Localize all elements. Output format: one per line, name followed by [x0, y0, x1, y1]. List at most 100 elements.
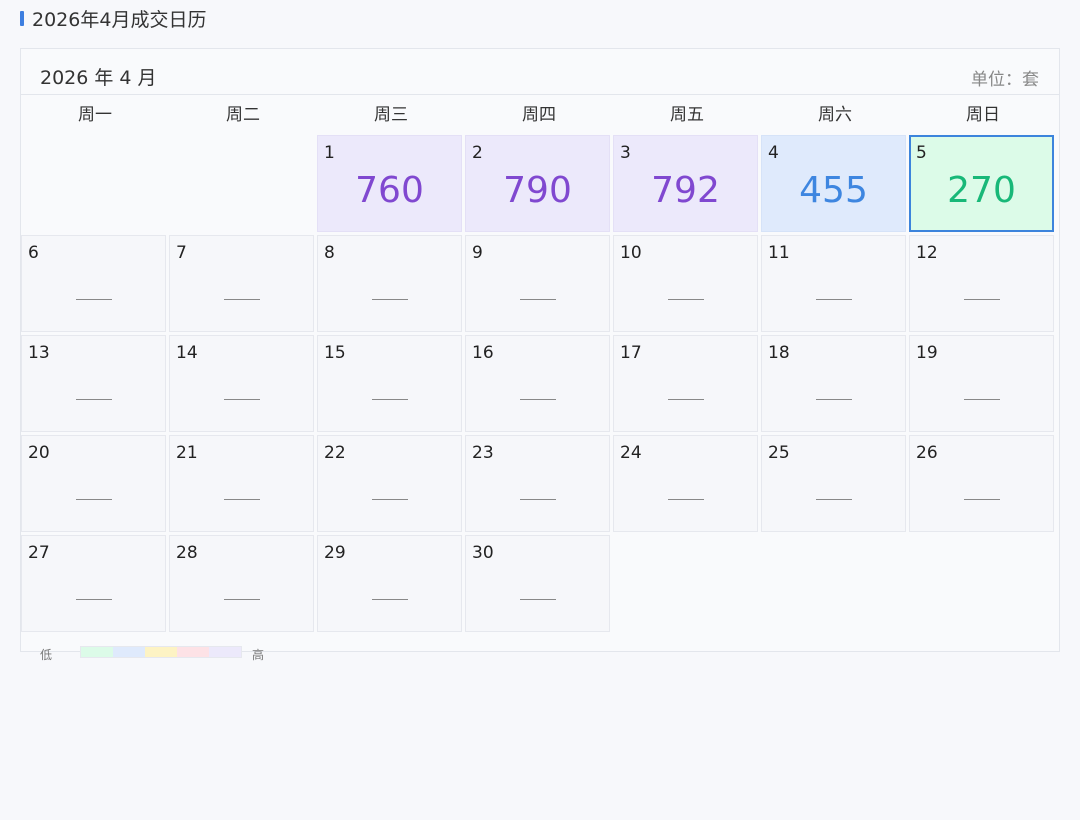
legend-swatch — [177, 647, 209, 657]
no-data-dash — [371, 499, 408, 500]
no-data-dash — [223, 499, 260, 500]
day-number: 6 — [28, 243, 39, 263]
day-cell[interactable]: 3 792 — [613, 135, 758, 232]
day-cell[interactable]: 8 — [317, 235, 462, 332]
calendar-header: 2026 年 4 月 单位：套 — [21, 49, 1059, 95]
weekday-header: 周五 — [670, 105, 704, 125]
no-data-dash — [371, 599, 408, 600]
day-number: 2 — [472, 143, 483, 163]
no-data-dash — [667, 299, 704, 300]
day-cell[interactable]: 20 — [21, 435, 166, 532]
day-cell[interactable]: 19 — [909, 335, 1054, 432]
legend: 低 高 — [20, 640, 320, 664]
day-number: 8 — [324, 243, 335, 263]
day-cell[interactable]: 15 — [317, 335, 462, 432]
day-cell[interactable]: 10 — [613, 235, 758, 332]
day-cell[interactable]: 1 760 — [317, 135, 462, 232]
no-data-dash — [963, 499, 1000, 500]
legend-low-label: 低 — [40, 648, 53, 662]
no-data-dash — [667, 499, 704, 500]
legend-swatch — [81, 647, 113, 657]
no-data-dash — [75, 299, 112, 300]
day-deal-count: 790 — [503, 170, 572, 211]
weekday-header: 周三 — [374, 105, 408, 125]
day-number: 15 — [324, 343, 346, 363]
day-number: 24 — [620, 443, 642, 463]
day-cell[interactable]: 16 — [465, 335, 610, 432]
no-data-dash — [75, 599, 112, 600]
day-cell[interactable]: 17 — [613, 335, 758, 432]
day-cell[interactable]: 6 — [21, 235, 166, 332]
day-cell[interactable]: 30 — [465, 535, 610, 632]
no-data-dash — [815, 399, 852, 400]
day-number: 7 — [176, 243, 187, 263]
day-cell[interactable]: 21 — [169, 435, 314, 532]
no-data-dash — [963, 399, 1000, 400]
day-number: 12 — [916, 243, 938, 263]
day-number: 9 — [472, 243, 483, 263]
day-number: 14 — [176, 343, 198, 363]
calendar-card: 2026 年 4 月 单位：套 周一 周二 周三 周四 周五 周六 周日 1 760 2 790 3… — [20, 48, 1060, 652]
day-cell[interactable]: 2 790 — [465, 135, 610, 232]
day-deal-count: 270 — [947, 170, 1016, 211]
day-cell[interactable]: 5 270 — [909, 135, 1054, 232]
day-cell[interactable]: 27 — [21, 535, 166, 632]
legend-high-label: 高 — [252, 648, 265, 662]
weekday-header: 周四 — [522, 105, 556, 125]
day-number: 27 — [28, 543, 50, 563]
weekday-header: 周日 — [966, 105, 1000, 125]
no-data-dash — [223, 599, 260, 600]
day-number: 19 — [916, 343, 938, 363]
day-number: 25 — [768, 443, 790, 463]
no-data-dash — [75, 399, 112, 400]
no-data-dash — [519, 399, 556, 400]
day-cell[interactable]: 4 455 — [761, 135, 906, 232]
day-cell[interactable]: 24 — [613, 435, 758, 532]
day-deal-count: 455 — [799, 170, 868, 211]
weekday-row: 周一 周二 周三 周四 周五 周六 周日 — [21, 96, 1061, 136]
legend-swatch — [145, 647, 177, 657]
page-title: 2026年4月成交日历 — [20, 6, 207, 31]
day-number: 17 — [620, 343, 642, 363]
day-cell[interactable]: 7 — [169, 235, 314, 332]
day-number: 13 — [28, 343, 50, 363]
day-number: 22 — [324, 443, 346, 463]
day-cell[interactable]: 12 — [909, 235, 1054, 332]
page-title-text: 2026年4月成交日历 — [32, 8, 207, 31]
day-cell[interactable]: 28 — [169, 535, 314, 632]
day-cell[interactable]: 11 — [761, 235, 906, 332]
month-label: 2026 年 4 月 — [40, 67, 157, 89]
no-data-dash — [223, 399, 260, 400]
no-data-dash — [519, 499, 556, 500]
no-data-dash — [371, 399, 408, 400]
day-number: 30 — [472, 543, 494, 563]
day-cell[interactable]: 22 — [317, 435, 462, 532]
legend-swatch — [113, 647, 145, 657]
day-number: 23 — [472, 443, 494, 463]
day-cell[interactable]: 14 — [169, 335, 314, 432]
no-data-dash — [815, 299, 852, 300]
day-cell[interactable]: 29 — [317, 535, 462, 632]
title-accent-bar — [20, 10, 24, 26]
day-number: 1 — [324, 143, 335, 163]
day-cell[interactable]: 18 — [761, 335, 906, 432]
no-data-dash — [75, 499, 112, 500]
unit-label: 单位：套 — [971, 70, 1039, 90]
day-cell[interactable]: 9 — [465, 235, 610, 332]
day-number: 4 — [768, 143, 779, 163]
weekday-header: 周六 — [818, 105, 852, 125]
day-cell[interactable]: 13 — [21, 335, 166, 432]
day-number: 5 — [916, 143, 927, 163]
no-data-dash — [519, 299, 556, 300]
legend-swatch — [209, 647, 241, 657]
day-cell[interactable]: 23 — [465, 435, 610, 532]
weekday-header: 周二 — [226, 105, 260, 125]
no-data-dash — [963, 299, 1000, 300]
day-cell[interactable]: 26 — [909, 435, 1054, 532]
day-number: 3 — [620, 143, 631, 163]
weekday-header: 周一 — [78, 105, 112, 125]
legend-color-scale — [80, 646, 242, 658]
day-cell[interactable]: 25 — [761, 435, 906, 532]
day-number: 28 — [176, 543, 198, 563]
no-data-dash — [519, 599, 556, 600]
